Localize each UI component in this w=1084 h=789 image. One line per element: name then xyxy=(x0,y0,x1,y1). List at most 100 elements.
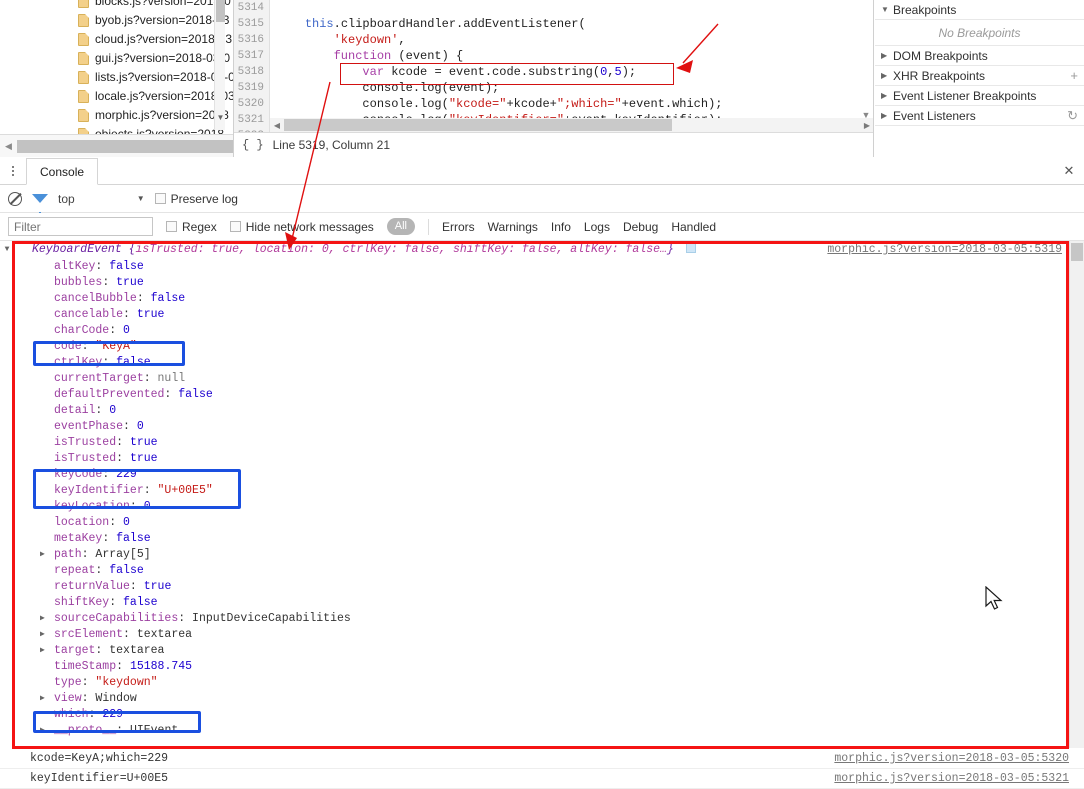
object-property-row[interactable]: keyIdentifier: "U+00E5" xyxy=(0,483,1084,499)
object-property-row[interactable]: repeat: false xyxy=(0,563,1084,579)
object-property-row[interactable]: detail: 0 xyxy=(0,403,1084,419)
object-property-row[interactable]: isTrusted: true xyxy=(0,451,1084,467)
console-object-header[interactable]: ▼ KeyboardEvent {isTrusted: true, locati… xyxy=(0,241,1084,259)
source-editor-panel[interactable]: 531453155316531753185319532053215322 thi… xyxy=(234,0,874,157)
scrollbar-track[interactable] xyxy=(17,139,233,153)
source-link[interactable]: morphic.js?version=2018-03-05:5319 xyxy=(827,241,1062,259)
scrollbar-track[interactable] xyxy=(284,119,860,131)
chevron-right-icon[interactable]: ▶ xyxy=(40,691,52,707)
format-braces-icon[interactable]: { } xyxy=(242,138,264,152)
file-list-item[interactable]: blocks.js?version=2018-0 xyxy=(0,0,231,11)
console-log-row[interactable]: keyIdentifier=U+00E5 morphic.js?version=… xyxy=(0,769,1084,789)
object-property-row[interactable]: returnValue: true xyxy=(0,579,1084,595)
chevron-down-icon[interactable]: ▼ xyxy=(0,241,14,259)
object-property-row[interactable]: isTrusted: true xyxy=(0,435,1084,451)
chevron-right-icon[interactable]: ▶ xyxy=(40,643,52,659)
level-filter-logs[interactable]: Logs xyxy=(584,220,610,234)
chevron-right-icon[interactable]: ▶ xyxy=(40,723,52,739)
clear-console-icon[interactable] xyxy=(8,191,22,206)
object-property-row[interactable]: ▶ __proto__: UIEvent xyxy=(0,723,1084,739)
execution-context-label[interactable]: top xyxy=(58,192,75,206)
object-property-row[interactable]: currentTarget: null xyxy=(0,371,1084,387)
breakpoints-section-dom-breakpoints[interactable]: ▶ DOM Breakpoints xyxy=(875,46,1084,66)
code-line[interactable] xyxy=(270,0,873,16)
hide-network-messages-checkbox[interactable]: Hide network messages xyxy=(229,220,374,234)
code-line[interactable]: function (event) { xyxy=(270,48,873,64)
object-property-row[interactable]: code: "KeyA" xyxy=(0,339,1084,355)
chevron-right-icon[interactable]: ▶ xyxy=(40,627,52,643)
scrollbar-thumb[interactable] xyxy=(17,139,233,153)
code-line[interactable]: 'keydown', xyxy=(270,32,873,48)
chevron-right-icon[interactable]: ▶ xyxy=(881,71,893,80)
object-property-row[interactable]: charCode: 0 xyxy=(0,323,1084,339)
file-list-item[interactable]: morphic.js?version=2018 xyxy=(0,106,229,125)
more-options-icon[interactable] xyxy=(0,157,26,184)
checkbox-box[interactable] xyxy=(229,221,241,232)
file-list-item[interactable]: locale.js?version=2018-03 xyxy=(0,87,233,106)
chevron-right-icon[interactable]: ▶ xyxy=(860,121,873,130)
object-property-row[interactable]: eventPhase: 0 xyxy=(0,419,1084,435)
object-property-row[interactable]: timeStamp: 15188.745 xyxy=(0,659,1084,675)
file-navigator-panel[interactable]: blocks.js?version=2018-0 byob.js?version=… xyxy=(0,0,234,157)
close-icon[interactable]: ✕ xyxy=(1054,157,1084,184)
object-property-row[interactable]: ▶ srcElement: textarea xyxy=(0,627,1084,643)
chevron-right-icon[interactable]: ▶ xyxy=(881,51,893,60)
console-vertical-scrollbar[interactable] xyxy=(1069,241,1084,748)
scrollbar-thumb[interactable] xyxy=(284,119,672,131)
chevron-left-icon[interactable]: ◀ xyxy=(270,121,284,130)
checkbox-box[interactable] xyxy=(166,221,177,232)
scrollbar-thumb[interactable] xyxy=(216,0,225,22)
level-filter-warnings[interactable]: Warnings xyxy=(488,220,538,234)
console-log-row[interactable]: kcode=KeyA;which=229 morphic.js?version=… xyxy=(0,749,1084,769)
object-property-row[interactable]: which: 229 xyxy=(0,707,1084,723)
editor-vertical-scrollbar[interactable]: ▼ xyxy=(859,0,873,132)
file-list-item[interactable]: cloud.js?version=2018-03 xyxy=(0,30,232,49)
info-badge-icon[interactable] xyxy=(685,242,696,253)
chevron-down-icon[interactable]: ▼ xyxy=(137,194,145,203)
level-filter-info[interactable]: Info xyxy=(551,220,571,234)
chevron-down-icon[interactable]: ▼ xyxy=(216,113,225,123)
breakpoints-section-event-listeners[interactable]: ▶ Event Listeners ↻ xyxy=(875,106,1084,126)
file-list-item[interactable]: gui.js?version=2018-03-0 xyxy=(0,49,230,68)
object-property-row[interactable]: metaKey: false xyxy=(0,531,1084,547)
preserve-log-checkbox[interactable]: Preserve log xyxy=(154,192,238,206)
object-property-row[interactable]: ▶ sourceCapabilities: InputDeviceCapabili… xyxy=(0,611,1084,627)
level-filter-all[interactable]: All xyxy=(386,218,415,235)
code-line[interactable]: console.log(event); xyxy=(270,80,873,96)
console-output-area[interactable]: ▼ KeyboardEvent {isTrusted: true, locati… xyxy=(0,241,1084,748)
chevron-right-icon[interactable]: ▶ xyxy=(881,91,893,100)
object-property-row[interactable]: bubbles: true xyxy=(0,275,1084,291)
filter-input[interactable] xyxy=(8,217,153,236)
source-code[interactable]: this.clipboardHandler.addEventListener( … xyxy=(270,0,873,132)
object-property-row[interactable]: ▶ view: Window xyxy=(0,691,1084,707)
scrollbar-thumb[interactable] xyxy=(1071,243,1083,261)
object-property-row[interactable]: shiftKey: false xyxy=(0,595,1084,611)
chevron-down-icon[interactable]: ▼ xyxy=(881,5,893,14)
breakpoints-section-event-listener-breakpoints[interactable]: ▶ Event Listener Breakpoints xyxy=(875,86,1084,106)
chevron-right-icon[interactable]: ▶ xyxy=(40,611,52,627)
object-property-row[interactable]: cancelBubble: false xyxy=(0,291,1084,307)
source-link[interactable]: morphic.js?version=2018-03-05:5321 xyxy=(834,769,1069,789)
filter-funnel-icon[interactable] xyxy=(32,194,48,217)
checkbox-box[interactable] xyxy=(154,193,166,204)
editor-horizontal-scrollbar[interactable]: ◀ ▶ xyxy=(270,118,873,132)
object-property-row[interactable]: ▶ path: Array[5] xyxy=(0,547,1084,563)
breakpoints-section-xhr-breakpoints[interactable]: ▶ XHR Breakpoints + xyxy=(875,66,1084,86)
level-filter-errors[interactable]: Errors xyxy=(442,220,475,234)
code-line[interactable]: console.log("kcode="+kcode+";which="+eve… xyxy=(270,96,873,112)
navigator-vertical-scrollbar[interactable]: ▼ xyxy=(214,0,225,130)
chevron-right-icon[interactable]: ▶ xyxy=(40,547,52,563)
chevron-left-icon[interactable]: ◀ xyxy=(0,141,17,152)
object-property-row[interactable]: ▶ target: textarea xyxy=(0,643,1084,659)
object-property-row[interactable]: ctrlKey: false xyxy=(0,355,1084,371)
object-property-row[interactable]: cancelable: true xyxy=(0,307,1084,323)
tab-console[interactable]: Console xyxy=(26,158,99,185)
regex-checkbox[interactable]: Regex xyxy=(166,220,217,234)
chevron-right-icon[interactable]: ▶ xyxy=(881,111,893,120)
file-list-item[interactable]: lists.js?version=2018-03-0 xyxy=(0,68,233,87)
breakpoints-section-breakpoints[interactable]: ▼ Breakpoints xyxy=(875,0,1084,20)
code-line[interactable]: var kcode = event.code.substring(0,5); xyxy=(270,64,873,80)
file-list-item[interactable]: byob.js?version=2018-03 xyxy=(0,11,229,30)
object-property-row[interactable]: keyCode: 229 xyxy=(0,467,1084,483)
object-property-row[interactable]: keyLocation: 0 xyxy=(0,499,1084,515)
